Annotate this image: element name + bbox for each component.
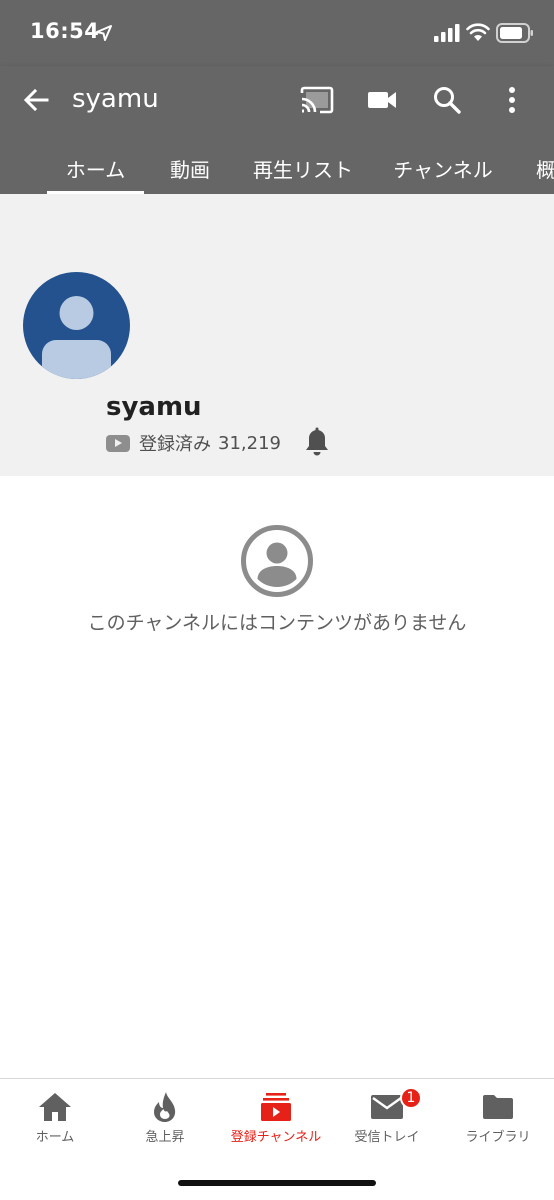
tab-playlists[interactable]: 再生リスト (246, 142, 360, 194)
app-title: syamu (72, 84, 159, 114)
search-icon (434, 87, 461, 114)
signal-icon (434, 24, 460, 42)
avatar[interactable] (23, 272, 130, 379)
channel-header: syamu 登録済み 31,219 (0, 194, 554, 476)
bell-icon (306, 427, 328, 456)
nav-label-home: ホーム (35, 1130, 75, 1145)
nav-label-trending: 急上昇 (145, 1130, 185, 1145)
empty-state-message: このチャンネルにはコンテンツがありません (87, 612, 467, 634)
back-button[interactable] (18, 82, 54, 118)
nav-trending[interactable]: 急上昇 (110, 1079, 220, 1159)
nav-subscriptions[interactable]: 登録チャンネル (221, 1079, 331, 1159)
video-camera-icon (368, 92, 396, 108)
cast-button[interactable] (297, 80, 337, 120)
notification-bell-button[interactable] (300, 424, 334, 460)
notification-badge: 1 (400, 1087, 422, 1109)
app-bar: syamu ホーム 動画 再生リスト チャンネル 概要 (0, 66, 554, 194)
tab-videos[interactable]: 動画 (158, 142, 222, 194)
cast-icon (300, 86, 334, 114)
tab-home[interactable]: ホーム (47, 142, 144, 194)
nav-label-inbox: 受信トレイ (354, 1130, 420, 1145)
channel-tabs: ホーム 動画 再生リスト チャンネル 概要 (0, 142, 554, 194)
subscription-status: 登録済み 31,219 (106, 430, 281, 456)
nav-library[interactable]: ライブラリ (443, 1079, 553, 1159)
subscriber-count: 31,219 (218, 432, 281, 454)
more-options-button[interactable] (492, 80, 532, 120)
channel-name: syamu (106, 392, 202, 422)
tab-channels[interactable]: チャンネル (384, 142, 502, 194)
account-circle-icon (241, 525, 313, 597)
youtube-play-icon (106, 434, 130, 452)
location-arrow-icon (96, 25, 112, 41)
nav-label-subscriptions: 登録チャンネル (230, 1130, 322, 1145)
wifi-icon (466, 23, 490, 41)
battery-icon (496, 23, 533, 43)
folder-icon (480, 1091, 516, 1123)
nav-home[interactable]: ホーム (0, 1079, 110, 1159)
upload-video-button[interactable] (362, 80, 402, 120)
status-bar: 16:54 (0, 0, 554, 66)
status-time: 16:54 (30, 19, 100, 43)
subscribed-label: 登録済み (139, 434, 211, 455)
home-indicator[interactable] (178, 1180, 376, 1186)
search-button[interactable] (427, 80, 467, 120)
arrow-back-icon (23, 88, 49, 112)
default-avatar-icon (42, 296, 111, 379)
more-vert-icon (509, 87, 515, 113)
tab-about[interactable]: 概要 (536, 142, 554, 194)
nav-label-library: ライブラリ (465, 1130, 531, 1145)
subscriptions-icon (258, 1091, 294, 1123)
flame-icon (147, 1091, 183, 1123)
nav-inbox[interactable]: 1 受信トレイ (332, 1079, 442, 1159)
home-icon (37, 1091, 73, 1123)
